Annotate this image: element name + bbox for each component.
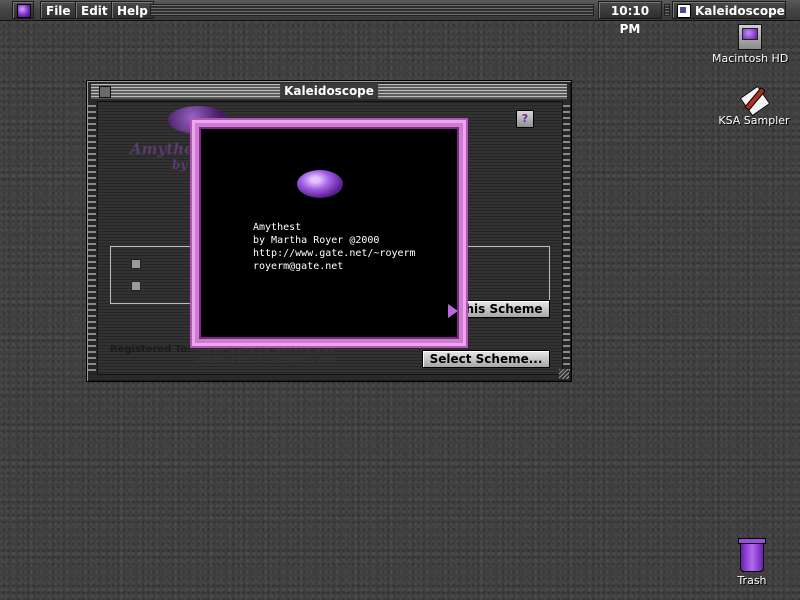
document-pen-icon [738, 84, 771, 117]
desktop-icon-label: Trash [737, 574, 767, 587]
resize-grip-icon[interactable] [559, 369, 569, 379]
menu-edit[interactable]: Edit [75, 1, 114, 19]
window-right-rail [562, 105, 570, 375]
menu-bar: File Edit Help 10:10 PM Kaleidoscope [0, 0, 800, 36]
menu-help[interactable]: Help [111, 1, 154, 19]
help-button[interactable]: ? [516, 110, 534, 128]
apple-menu-gem-icon [17, 4, 31, 18]
about-text: Amythest by Martha Royer @2000 http://ww… [253, 221, 416, 273]
menu-file[interactable]: File [40, 1, 77, 19]
registered-label: Registered To: [110, 344, 192, 355]
menubar-ridge [150, 4, 594, 16]
desktop-icon-label: Macintosh HD [712, 52, 789, 65]
registration-code-2: A840-11934S-VWWE-388 [196, 355, 336, 366]
window-left-rail [88, 105, 96, 375]
about-email[interactable]: royerm@gate.net [253, 261, 343, 272]
amethyst-gem-icon [297, 170, 343, 198]
desktop-icon-ksa-sampler[interactable]: KSA Sampler [712, 84, 796, 127]
option-checkbox-2[interactable] [131, 281, 141, 291]
apple-menu[interactable] [12, 1, 34, 19]
menubar-clock[interactable]: 10:10 PM [598, 1, 662, 36]
scheme-about-dialog[interactable]: Amythest by Martha Royer @2000 http://ww… [192, 120, 466, 346]
select-scheme-button[interactable]: Select Scheme... [422, 350, 550, 368]
desktop-icon-macintosh-hd[interactable]: Macintosh HD [712, 24, 788, 65]
hard-disk-icon [738, 24, 762, 50]
desktop-icon-trash[interactable]: Trash [722, 538, 782, 587]
application-menu[interactable]: Kaleidoscope [672, 1, 786, 19]
option-checkbox-1[interactable] [131, 259, 141, 269]
close-box-icon[interactable] [99, 86, 111, 98]
mouse-cursor-icon [448, 304, 458, 318]
desktop-icon-label: KSA Sampler [718, 114, 790, 127]
about-url[interactable]: http://www.gate.net/~royerm [253, 248, 416, 259]
window-title: Kaleidoscope [280, 83, 378, 99]
menubar-ridge-small [664, 4, 670, 16]
application-menu-label: Kaleidoscope [695, 4, 785, 18]
window-titlebar[interactable]: Kaleidoscope [91, 83, 567, 99]
application-icon [677, 4, 691, 18]
use-this-scheme-button[interactable]: his Scheme [458, 300, 550, 318]
trash-icon [738, 538, 766, 572]
about-author: by Martha Royer @2000 [253, 235, 380, 246]
about-scheme-name: Amythest [253, 222, 302, 233]
